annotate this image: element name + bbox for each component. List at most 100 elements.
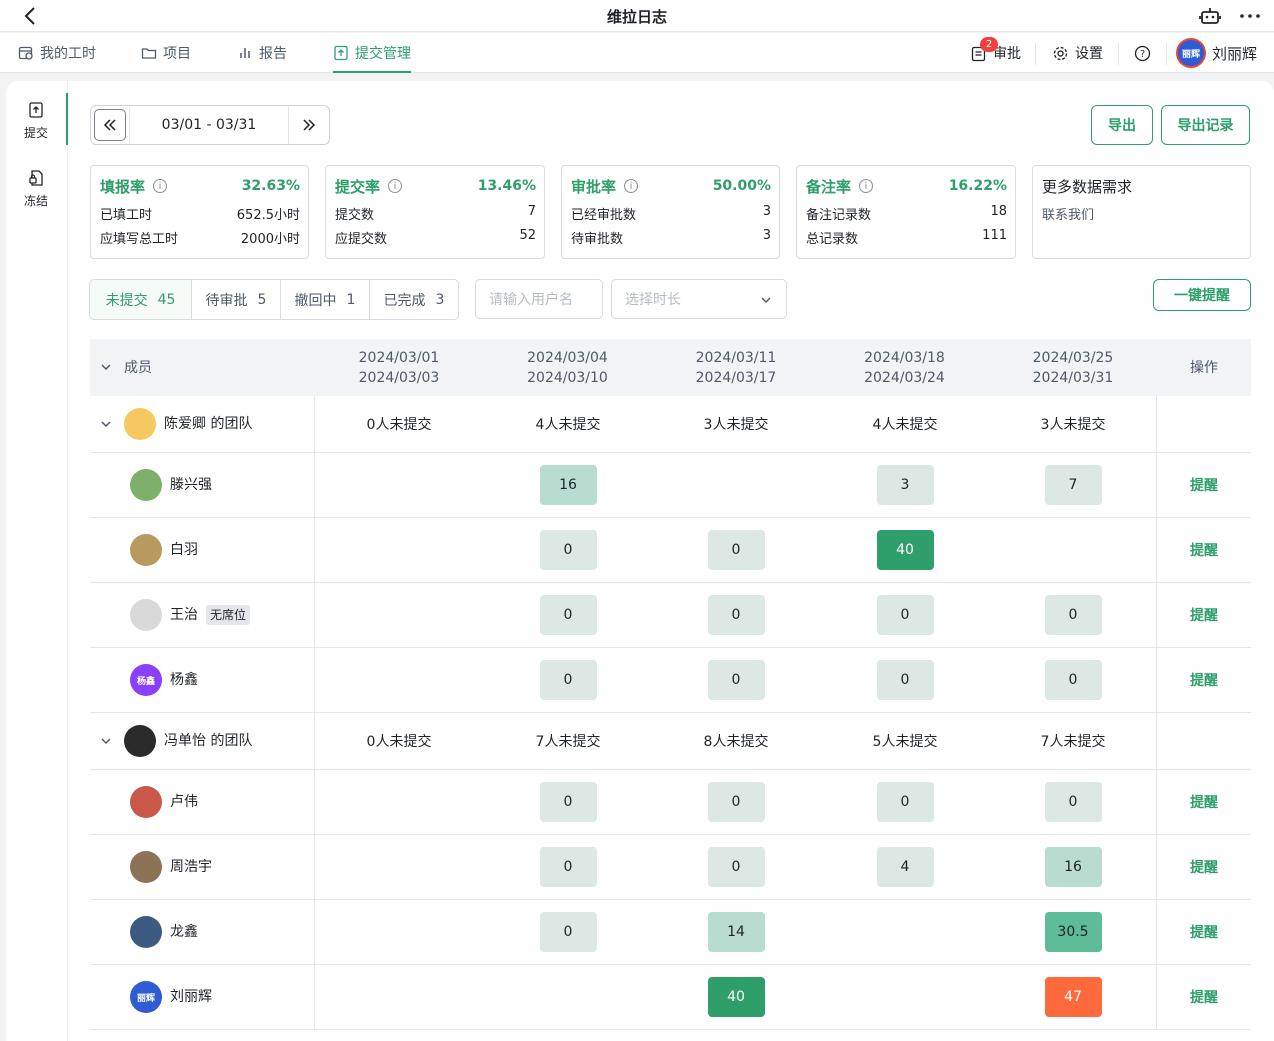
hours-cell[interactable]: 0 bbox=[707, 583, 765, 647]
next-range-button[interactable] bbox=[289, 106, 329, 144]
hours-value: 0 bbox=[707, 847, 765, 887]
stat-value: 52 bbox=[519, 228, 536, 243]
filter-tab-completed[interactable]: 已完成 3 bbox=[369, 280, 458, 319]
info-icon[interactable]: i bbox=[153, 179, 168, 193]
team-row[interactable]: 冯单怡 的团队 0人未提交 7人未提交 8人未提交 5人未提交 7人未提交 bbox=[90, 713, 1251, 770]
hours-value: 0 bbox=[876, 595, 934, 635]
stat-label: 应填写总工时 bbox=[100, 232, 179, 247]
member-name-text: 卢伟 bbox=[170, 794, 198, 810]
stat-value: 111 bbox=[982, 228, 1007, 243]
chevron-down-icon[interactable] bbox=[100, 418, 112, 430]
hours-cell[interactable]: 0 bbox=[707, 518, 765, 582]
sidebar-item-freeze[interactable]: 冻结 bbox=[16, 169, 56, 209]
hours-cell[interactable]: 0 bbox=[707, 770, 765, 834]
team-unsubmitted-count: 4人未提交 bbox=[872, 417, 938, 433]
stat-label: 应提交数 bbox=[335, 232, 388, 247]
settings-button[interactable]: 设置 bbox=[1052, 33, 1103, 73]
upload-doc-icon bbox=[334, 45, 348, 61]
stat-label: 待审批数 bbox=[571, 232, 624, 247]
remind-button[interactable]: 提醒 bbox=[1190, 605, 1218, 625]
filter-tab-pending[interactable]: 待审批 5 bbox=[191, 280, 280, 319]
hours-cell[interactable]: 3 bbox=[876, 453, 934, 517]
chevron-down-icon[interactable] bbox=[100, 735, 112, 747]
contact-us-link[interactable]: 联系我们 bbox=[1042, 204, 1242, 223]
hours-cell[interactable]: 40 bbox=[707, 965, 765, 1029]
prev-range-button[interactable] bbox=[94, 109, 126, 141]
bar-chart-icon bbox=[240, 48, 250, 58]
hours-cell[interactable]: 0 bbox=[1044, 648, 1102, 712]
hours-cell[interactable]: 0 bbox=[539, 583, 597, 647]
info-icon[interactable]: i bbox=[388, 179, 403, 193]
tab-submission-management[interactable]: 提交管理 bbox=[333, 33, 411, 73]
hours-cell[interactable]: 0 bbox=[539, 648, 597, 712]
team-unsubmitted-count: 3人未提交 bbox=[1040, 417, 1106, 433]
avatar: 杨鑫 bbox=[130, 664, 162, 696]
hours-cell[interactable]: 14 bbox=[707, 900, 765, 964]
member-name: 刘丽辉 bbox=[170, 987, 212, 1007]
date-range-label[interactable]: 03/01 - 03/31 bbox=[129, 106, 289, 144]
robot-icon[interactable] bbox=[1199, 5, 1221, 27]
hours-cell[interactable]: 0 bbox=[539, 770, 597, 834]
hours-value: 30.5 bbox=[1044, 912, 1102, 952]
remind-button[interactable]: 提醒 bbox=[1190, 475, 1218, 495]
remind-all-button[interactable]: 一键提醒 bbox=[1153, 279, 1251, 311]
week-column-header: 2024/03/01 2024/03/03 bbox=[358, 349, 440, 386]
tab-my-hours[interactable]: 我的工时 bbox=[18, 33, 96, 73]
table-row: 丽辉 刘丽辉 40 47 提醒 bbox=[90, 965, 1251, 1030]
user-profile[interactable]: 丽辉 刘丽辉 bbox=[1176, 33, 1257, 73]
team-unsubmitted-count: 3人未提交 bbox=[703, 417, 769, 433]
stat-percent: 16.22% bbox=[948, 178, 1007, 194]
hours-cell[interactable]: 0 bbox=[539, 518, 597, 582]
remind-button[interactable]: 提醒 bbox=[1190, 922, 1218, 942]
more-dots-icon[interactable] bbox=[1238, 5, 1262, 27]
username-search-input[interactable]: 请输入用户名 bbox=[475, 279, 603, 319]
export-log-button[interactable]: 导出记录 bbox=[1161, 105, 1250, 145]
tab-projects[interactable]: 项目 bbox=[141, 33, 191, 73]
stat-percent: 13.46% bbox=[477, 178, 536, 194]
team-row[interactable]: 陈爱卿 的团队 0人未提交 4人未提交 3人未提交 4人未提交 3人未提交 bbox=[90, 396, 1251, 453]
filter-tab-unsubmitted[interactable]: 未提交 45 bbox=[90, 280, 191, 319]
hours-cell[interactable]: 0 bbox=[539, 835, 597, 899]
hours-cell[interactable]: 0 bbox=[1044, 770, 1102, 834]
team-unsubmitted-count: 7人未提交 bbox=[535, 734, 601, 750]
export-button[interactable]: 导出 bbox=[1091, 105, 1153, 145]
member-name: 杨鑫 bbox=[170, 670, 198, 690]
help-button[interactable]: ? bbox=[1134, 33, 1151, 73]
hours-value: 16 bbox=[1044, 847, 1102, 887]
info-icon[interactable]: i bbox=[624, 179, 639, 193]
remind-button[interactable]: 提醒 bbox=[1190, 792, 1218, 812]
duration-select[interactable]: 选择时长 bbox=[611, 279, 787, 319]
sidebar-item-submit[interactable]: 提交 bbox=[16, 101, 56, 141]
hours-cell[interactable]: 16 bbox=[539, 453, 597, 517]
tab-reports[interactable]: 报告 bbox=[237, 33, 287, 73]
calendar-clock-icon bbox=[18, 46, 33, 60]
hours-cell[interactable]: 0 bbox=[707, 648, 765, 712]
stat-label: 已填工时 bbox=[100, 208, 153, 223]
hours-cell[interactable]: 0 bbox=[707, 835, 765, 899]
remind-button[interactable]: 提醒 bbox=[1190, 987, 1218, 1007]
info-icon[interactable]: i bbox=[859, 179, 874, 193]
remind-button[interactable]: 提醒 bbox=[1190, 857, 1218, 877]
hours-value: 0 bbox=[707, 595, 765, 635]
settings-label: 设置 bbox=[1075, 46, 1103, 62]
remind-button[interactable]: 提醒 bbox=[1190, 540, 1218, 560]
freeze-icon bbox=[29, 170, 43, 186]
hours-cell[interactable]: 16 bbox=[1044, 835, 1102, 899]
hours-cell[interactable]: 0 bbox=[1044, 583, 1102, 647]
approval-button[interactable]: 2 审批 bbox=[970, 33, 1021, 73]
more-data-card[interactable]: 更多数据需求 联系我们 bbox=[1032, 165, 1251, 259]
hours-cell[interactable]: 40 bbox=[876, 518, 934, 582]
hours-cell[interactable]: 30.5 bbox=[1044, 900, 1102, 964]
hours-cell[interactable]: 0 bbox=[876, 648, 934, 712]
hours-cell[interactable]: 0 bbox=[876, 770, 934, 834]
filter-tab-withdrawing[interactable]: 撤回中 1 bbox=[280, 280, 369, 319]
hours-cell[interactable]: 0 bbox=[876, 583, 934, 647]
chevron-down-icon[interactable] bbox=[100, 361, 112, 373]
member-column-header: 成员 bbox=[124, 359, 152, 376]
hours-cell[interactable]: 7 bbox=[1044, 453, 1102, 517]
remind-button[interactable]: 提醒 bbox=[1190, 670, 1218, 690]
hours-cell[interactable]: 47 bbox=[1044, 965, 1102, 1029]
hours-cell[interactable]: 0 bbox=[539, 900, 597, 964]
hours-cell[interactable]: 4 bbox=[876, 835, 934, 899]
hours-value: 0 bbox=[876, 782, 934, 822]
